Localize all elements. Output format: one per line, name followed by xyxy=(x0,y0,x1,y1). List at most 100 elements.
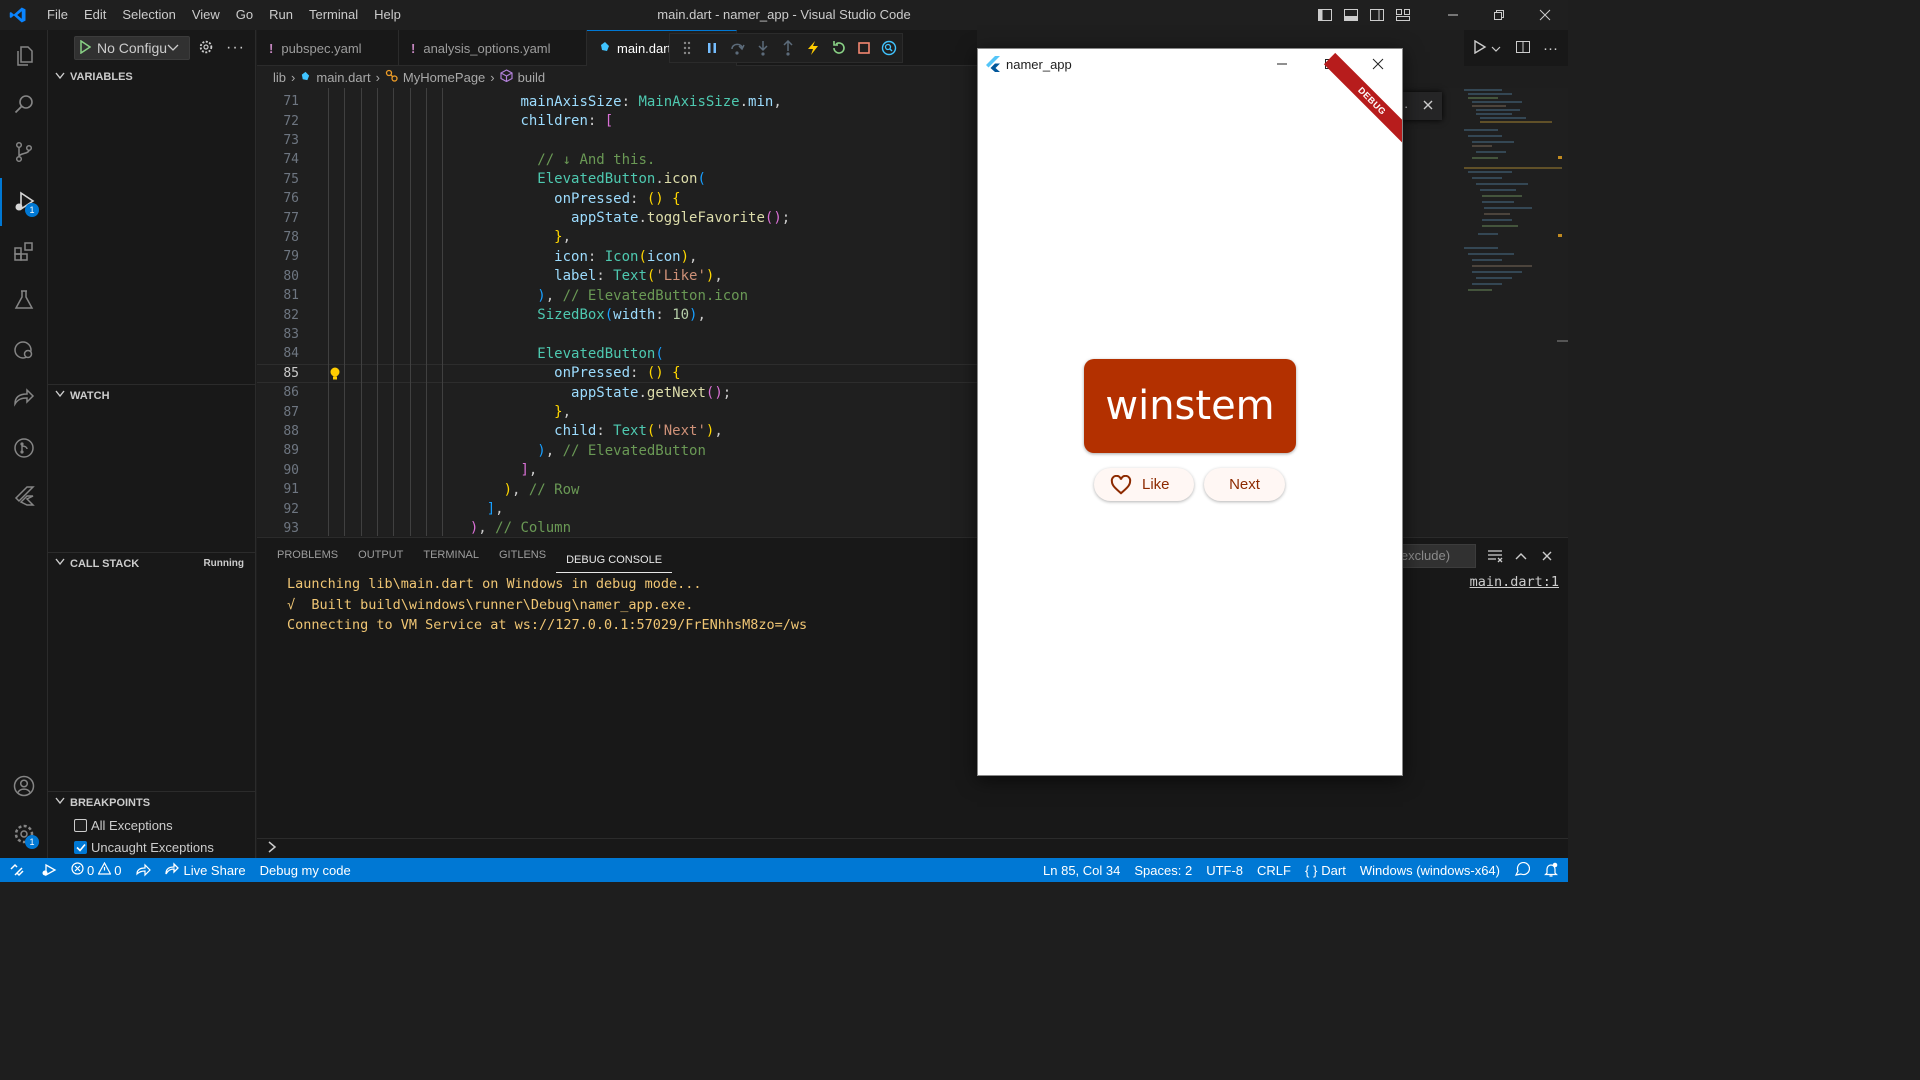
breadcrumb-file[interactable]: main.dart xyxy=(316,70,370,85)
start-debugging-icon[interactable] xyxy=(79,39,92,57)
code-line[interactable]: 71 mainAxisSize: MainAxisSize.min, xyxy=(257,92,977,111)
breakpoint-all-exceptions[interactable]: All Exceptions xyxy=(74,814,173,836)
tab-terminal[interactable]: TERMINAL xyxy=(413,538,489,573)
open-devtools-icon[interactable] xyxy=(877,35,902,61)
console-source-link[interactable]: main.dart:1 xyxy=(1470,574,1559,590)
restart-icon[interactable] xyxy=(826,35,851,61)
editor-gutter[interactable] xyxy=(299,150,335,169)
code-editor[interactable]: 71 mainAxisSize: MainAxisSize.min, 72 chi… xyxy=(257,88,977,536)
close-find-icon[interactable] xyxy=(1422,99,1434,114)
live-share-icon[interactable] xyxy=(0,374,48,422)
code-line[interactable]: 82 SizedBox(width: 10), xyxy=(257,305,977,324)
run-and-debug-icon[interactable]: 1 xyxy=(0,178,48,226)
code-line[interactable]: 76 onPressed: () { xyxy=(257,189,977,208)
editor-gutter[interactable] xyxy=(299,344,335,363)
menu-selection[interactable]: Selection xyxy=(114,0,183,30)
lightbulb-icon[interactable] xyxy=(299,365,340,382)
run-file-icon[interactable] xyxy=(1473,39,1487,57)
step-over-icon[interactable] xyxy=(725,35,750,61)
editor-gutter[interactable] xyxy=(299,461,335,480)
code-line[interactable]: 73 xyxy=(257,131,977,150)
app-minimize-icon[interactable] xyxy=(1258,49,1306,79)
editor-gutter[interactable] xyxy=(299,131,335,150)
pause-icon[interactable] xyxy=(699,35,724,61)
menu-help[interactable]: Help xyxy=(366,0,409,30)
editor-gutter[interactable] xyxy=(299,441,335,460)
code-line[interactable]: 93 ), // Column xyxy=(257,519,977,536)
flutter-icon[interactable] xyxy=(0,472,48,520)
breakpoints-section-header[interactable]: BREAKPOINTS xyxy=(48,791,256,813)
split-editor-icon[interactable] xyxy=(1515,39,1531,58)
code-line[interactable]: 72 children: [ xyxy=(257,111,977,130)
code-line[interactable]: 86 appState.getNext(); xyxy=(257,383,977,402)
problems-status[interactable]: 0 0 xyxy=(64,858,128,882)
notifications-bell-icon[interactable] xyxy=(1537,858,1568,882)
remote-indicator[interactable] xyxy=(0,858,34,882)
editor-gutter[interactable] xyxy=(299,267,335,286)
editor-gutter[interactable] xyxy=(299,305,335,324)
code-line[interactable]: 78 }, xyxy=(257,228,977,247)
debug-configuration-select[interactable]: No Configurations xyxy=(74,36,190,60)
more-actions-icon[interactable]: ··· xyxy=(1543,40,1558,57)
debug-console-input[interactable] xyxy=(257,838,1568,858)
drag-handle-icon[interactable] xyxy=(674,35,699,61)
hot-reload-icon[interactable] xyxy=(801,35,826,61)
manage-gear-icon[interactable]: 1 xyxy=(0,810,48,858)
customize-layout-icon[interactable] xyxy=(1390,0,1416,30)
editor-gutter[interactable] xyxy=(299,519,335,536)
source-control-icon[interactable] xyxy=(0,128,48,176)
device-status[interactable]: Windows (windows-x64) xyxy=(1353,858,1507,882)
editor-gutter[interactable] xyxy=(299,228,335,247)
tab-analysis-options-yaml[interactable]: ! analysis_options.yaml xyxy=(399,30,587,66)
code-line[interactable]: 74 // ↓ And this. xyxy=(257,150,977,169)
tab-pubspec-yaml[interactable]: ! pubspec.yaml xyxy=(257,30,399,66)
code-line[interactable]: 80 label: Text('Like'), xyxy=(257,267,977,286)
menu-run[interactable]: Run xyxy=(261,0,301,30)
next-button[interactable]: Next xyxy=(1204,468,1285,501)
tab-problems[interactable]: PROBLEMS xyxy=(267,538,348,573)
call-stack-section-header[interactable]: CALL STACK Running xyxy=(48,552,256,574)
tab-output[interactable]: OUTPUT xyxy=(348,538,413,573)
flutter-device-status-icon[interactable] xyxy=(128,858,158,882)
testing-icon[interactable] xyxy=(0,276,48,324)
editor-gutter[interactable] xyxy=(299,92,335,111)
code-line[interactable]: 75 ElevatedButton.icon( xyxy=(257,170,977,189)
code-line[interactable]: 92 ], xyxy=(257,499,977,518)
live-share-status[interactable]: Live Share xyxy=(158,858,252,882)
menu-view[interactable]: View xyxy=(184,0,228,30)
maximize-panel-icon[interactable] xyxy=(1508,543,1534,569)
open-launch-json-gear-icon[interactable] xyxy=(198,39,214,58)
feedback-icon[interactable] xyxy=(1507,858,1537,882)
breadcrumb-method[interactable]: build xyxy=(518,70,545,85)
editor-gutter[interactable] xyxy=(299,247,335,266)
menu-terminal[interactable]: Terminal xyxy=(301,0,366,30)
toggle-primary-sidebar-icon[interactable] xyxy=(1312,0,1338,30)
editor-gutter[interactable] xyxy=(299,480,335,499)
toggle-secondary-sidebar-icon[interactable] xyxy=(1364,0,1390,30)
eol-status[interactable]: CRLF xyxy=(1250,858,1298,882)
tab-debug-console[interactable]: DEBUG CONSOLE xyxy=(556,547,673,573)
code-line[interactable]: 87 }, xyxy=(257,402,977,421)
editor-gutter[interactable] xyxy=(299,325,335,344)
uncaught-exceptions-checkbox[interactable] xyxy=(74,840,87,854)
menu-edit[interactable]: Edit xyxy=(76,0,114,30)
code-line[interactable]: 85 onPressed: () { xyxy=(257,363,977,383)
extensions-icon[interactable] xyxy=(0,228,48,276)
toggle-panel-icon[interactable] xyxy=(1338,0,1364,30)
all-exceptions-checkbox[interactable] xyxy=(74,818,87,832)
step-into-icon[interactable] xyxy=(750,35,775,61)
search-icon[interactable] xyxy=(0,80,48,128)
editor-gutter[interactable] xyxy=(299,499,335,518)
code-line[interactable]: 90 ], xyxy=(257,461,977,480)
code-line[interactable]: 91 ), // Row xyxy=(257,480,977,499)
breadcrumb-class[interactable]: MyHomePage xyxy=(403,70,485,85)
step-out-icon[interactable] xyxy=(775,35,800,61)
menu-file[interactable]: File xyxy=(39,0,76,30)
breadcrumb-folder[interactable]: lib xyxy=(273,70,286,85)
accounts-icon[interactable] xyxy=(0,762,48,810)
menu-go[interactable]: Go xyxy=(228,0,261,30)
app-close-icon[interactable] xyxy=(1354,49,1402,79)
minimize-window-icon[interactable] xyxy=(1430,0,1476,30)
editor-gutter[interactable] xyxy=(299,383,335,402)
gitlens-icon[interactable] xyxy=(0,424,48,472)
